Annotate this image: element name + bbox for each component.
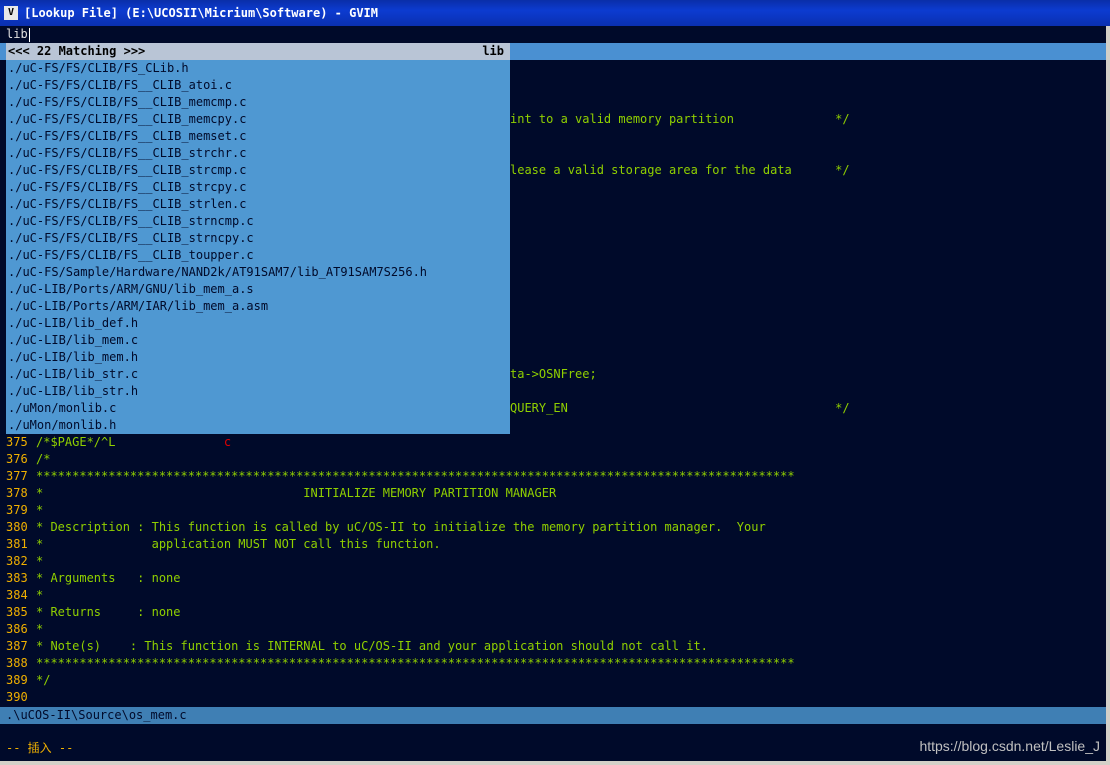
code-text: */	[36, 673, 51, 687]
gvim-app-icon[interactable]: V	[4, 6, 18, 20]
lookup-result-item[interactable]: ./uC-FS/FS/CLIB/FS__CLIB_memcpy.c	[6, 111, 510, 128]
code-line: 381 * application MUST NOT call this func…	[6, 536, 1106, 553]
lookup-result-item[interactable]: ./uC-FS/FS/CLIB/FS__CLIB_strchr.c	[6, 145, 510, 162]
lookup-result-item[interactable]: ./uC-LIB/lib_def.h	[6, 315, 510, 332]
code-line: 377 *************************************…	[6, 468, 1106, 485]
window-bottom-border	[0, 761, 1110, 765]
match-count-label: <<< 22 Matching >>>	[8, 44, 146, 58]
code-line: 375 /*$PAGE*/^L c	[6, 434, 1106, 451]
code-line: 386 *	[6, 621, 1106, 638]
line-number: 386	[6, 622, 28, 636]
code-line: 384 *	[6, 587, 1106, 604]
line-number: 384	[6, 588, 28, 602]
editor-text-fragment: int to a valid memory partition */	[510, 112, 850, 126]
lookup-result-item[interactable]: ./uC-LIB/lib_str.c	[6, 366, 510, 383]
code-text: *	[36, 554, 44, 568]
line-number: 383	[6, 571, 28, 585]
lookup-header: <<< 22 Matching >>> lib	[6, 43, 510, 60]
lookup-result-item[interactable]: ./uC-FS/Sample/Hardware/NAND2k/AT91SAM7/…	[6, 264, 510, 281]
lookup-result-item[interactable]: ./uC-FS/FS/CLIB/FS__CLIB_memset.c	[6, 128, 510, 145]
code-text: *	[36, 588, 44, 602]
code-text: * Returns : none	[36, 605, 181, 619]
text-cursor	[28, 27, 30, 42]
code-line: 383 * Arguments : none	[6, 570, 1106, 587]
editor-code-area[interactable]: 375/*$PAGE*/^L c 376/* 377 ****************…	[6, 434, 1106, 706]
editor-text-fragment: lease a valid storage area for the data …	[510, 163, 850, 177]
code-line: 387 * Note(s) : This function is INTERNAL…	[6, 638, 1106, 655]
lookup-result-item[interactable]: ./uC-FS/FS/CLIB/FS__CLIB_atoi.c	[6, 77, 510, 94]
code-text: *	[36, 622, 44, 636]
code-line: 382 *	[6, 553, 1106, 570]
line-number: 380	[6, 520, 28, 534]
code-line: 378 * INITIALIZE MEMORY PARTITION MANAGER	[6, 485, 1106, 502]
code-line: 376 /*	[6, 451, 1106, 468]
window-titlebar[interactable]: V [Lookup File] (E:\UCOSII\Micrium\Softw…	[0, 0, 1110, 26]
lookup-result-item[interactable]: ./uC-LIB/Ports/ARM/IAR/lib_mem_a.asm	[6, 298, 510, 315]
editor-text-fragment: QUERY_EN */	[510, 401, 850, 415]
line-number: 382	[6, 554, 28, 568]
lookup-result-item[interactable]: ./uC-FS/FS/CLIB/FS__CLIB_strncmp.c	[6, 213, 510, 230]
lookup-result-item[interactable]: ./uC-FS/FS/CLIB/FS__CLIB_memcmp.c	[6, 94, 510, 111]
lookup-input-text[interactable]: lib	[6, 27, 28, 41]
lookup-result-item[interactable]: ./uC-FS/FS/CLIB/FS__CLIB_strlen.c	[6, 196, 510, 213]
mode-indicator: -- 插入 --	[6, 741, 74, 755]
lookup-result-item[interactable]: ./uC-LIB/lib_mem.c	[6, 332, 510, 349]
lookup-input-line[interactable]: lib	[0, 26, 1110, 43]
code-text: * INITIALIZE MEMORY PARTITION MANAGER	[36, 486, 557, 500]
error-marker: c	[115, 435, 232, 449]
line-number: 385	[6, 605, 28, 619]
code-line: 385 * Returns : none	[6, 604, 1106, 621]
code-text: * Arguments : none	[36, 571, 181, 585]
code-text: ****************************************…	[36, 656, 795, 670]
line-number: 388	[6, 656, 28, 670]
line-number: 379	[6, 503, 28, 517]
line-number: 389	[6, 673, 28, 687]
lookup-result-item[interactable]: ./uC-FS/FS/CLIB/FS__CLIB_strncpy.c	[6, 230, 510, 247]
window-right-border	[1106, 26, 1110, 765]
lookup-result-item[interactable]: ./uC-LIB/lib_str.h	[6, 383, 510, 400]
lookup-result-item[interactable]: ./uC-FS/FS/CLIB/FS__CLIB_toupper.c	[6, 247, 510, 264]
lookup-result-item[interactable]: ./uMon/monlib.c	[6, 400, 510, 417]
lookup-result-item[interactable]: ./uC-FS/FS/CLIB/FS__CLIB_strcpy.c	[6, 179, 510, 196]
line-number: 375	[6, 435, 28, 449]
watermark-text: https://blog.csdn.net/Leslie_J	[919, 738, 1100, 754]
line-number: 387	[6, 639, 28, 653]
code-line: 379 *	[6, 502, 1106, 519]
code-line: 380 * Description : This function is call…	[6, 519, 1106, 536]
code-line: 389 */	[6, 672, 1106, 689]
code-text: /*	[36, 452, 51, 466]
line-number: 381	[6, 537, 28, 551]
code-text: ****************************************…	[36, 469, 795, 483]
lookup-result-item[interactable]: ./uC-FS/FS/CLIB/FS_CLib.h	[6, 60, 510, 77]
lookup-result-item[interactable]: ./uC-LIB/Ports/ARM/GNU/lib_mem_a.s	[6, 281, 510, 298]
line-number: 390	[6, 690, 28, 704]
code-text: * application MUST NOT call this functio…	[36, 537, 441, 551]
lookup-pattern-label: lib	[482, 44, 504, 58]
window-title: [Lookup File] (E:\UCOSII\Micrium\Softwar…	[24, 6, 379, 20]
code-text: /*$PAGE*/^L	[36, 435, 116, 449]
code-line: 388 *************************************…	[6, 655, 1106, 672]
lookup-result-item[interactable]: ./uC-LIB/lib_mem.h	[6, 349, 510, 366]
lookup-result-item[interactable]: ./uC-FS/FS/CLIB/FS__CLIB_strcmp.c	[6, 162, 510, 179]
line-number: 378	[6, 486, 28, 500]
line-number: 377	[6, 469, 28, 483]
lookup-result-item[interactable]: ./uMon/monlib.h	[6, 417, 510, 434]
code-text: *	[36, 503, 44, 517]
status-line: .\uCOS-II\Source\os_mem.c	[0, 707, 1110, 724]
code-line: 390	[6, 689, 1106, 706]
editor-text-fragment: ta->OSNFree;	[510, 367, 597, 381]
lookup-results-popup: ./uC-FS/FS/CLIB/FS_CLib.h ./uC-FS/FS/CLIB…	[6, 60, 510, 434]
line-number: 376	[6, 452, 28, 466]
code-text: * Note(s) : This function is INTERNAL to…	[36, 639, 708, 653]
code-text: * Description : This function is called …	[36, 520, 766, 534]
